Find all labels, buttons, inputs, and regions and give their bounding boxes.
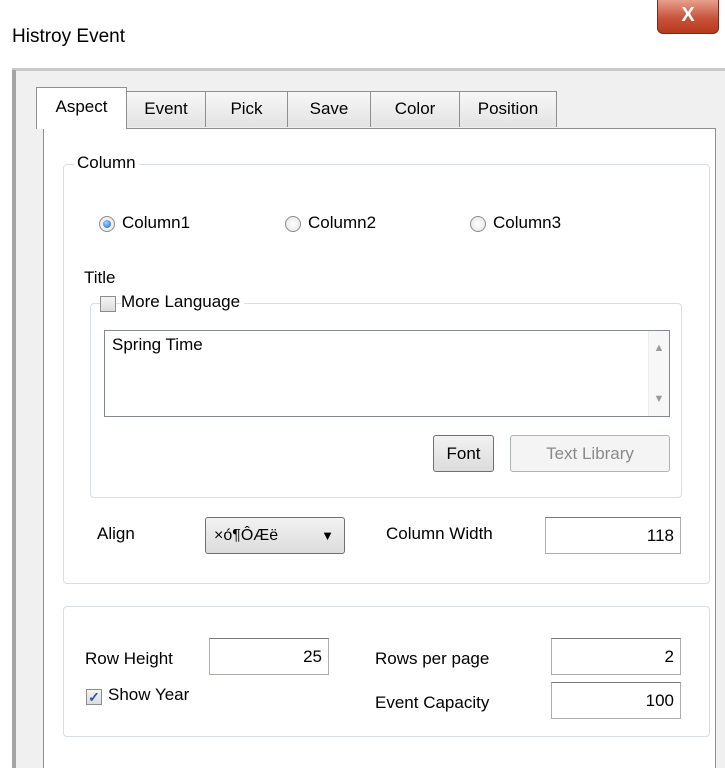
tab-save[interactable]: Save xyxy=(287,91,371,127)
event-capacity-label: Event Capacity xyxy=(375,693,490,712)
text-library-button[interactable]: Text Library xyxy=(510,435,670,472)
title-label: Title xyxy=(84,268,116,287)
tab-event[interactable]: Event xyxy=(126,91,206,127)
title-text-area[interactable]: Spring Time ▲ ▼ xyxy=(104,330,670,417)
tab-position[interactable]: Position xyxy=(459,91,557,127)
checkmark-icon: ✓ xyxy=(88,689,100,705)
chevron-down-icon: ▼ xyxy=(321,528,334,543)
column2-label[interactable]: Column2 xyxy=(308,213,376,233)
column1-radio[interactable] xyxy=(99,216,115,232)
column-width-input[interactable]: 118 xyxy=(545,517,681,554)
title-text-scrollbar[interactable]: ▲ ▼ xyxy=(648,331,669,416)
row-settings-groupbox: Row Height 25 Rows per page 2 ✓ Show Yea… xyxy=(63,606,710,737)
aspect-tab-panel: Column Column1 Column2 Column3 Title Mor… xyxy=(43,128,716,768)
dialog-client-area: Aspect Event Pick Save Color Position Co… xyxy=(16,71,725,768)
more-language-label[interactable]: More Language xyxy=(121,292,245,312)
row-height-label: Row Height xyxy=(85,649,173,668)
column-width-label: Column Width xyxy=(386,524,493,543)
close-icon: X xyxy=(681,4,695,26)
column1-label[interactable]: Column1 xyxy=(122,213,190,233)
title-text-value: Spring Time xyxy=(112,335,203,354)
show-year-checkbox[interactable]: ✓ xyxy=(86,689,102,705)
more-language-checkbox[interactable] xyxy=(100,296,116,312)
tab-aspect[interactable]: Aspect xyxy=(36,87,127,129)
column-groupbox: Column Column1 Column2 Column3 Title Mor… xyxy=(63,153,710,584)
radio-selected-dot xyxy=(103,220,111,228)
font-button[interactable]: Font xyxy=(433,435,494,472)
rows-per-page-label: Rows per page xyxy=(375,649,490,668)
column-group-label: Column xyxy=(74,153,139,173)
align-label: Align xyxy=(97,524,135,543)
column2-radio[interactable] xyxy=(285,216,301,232)
column3-radio[interactable] xyxy=(470,216,486,232)
column3-label[interactable]: Column3 xyxy=(493,213,561,233)
show-year-label[interactable]: Show Year xyxy=(108,685,189,705)
title-bar: Histroy Event X xyxy=(0,0,725,70)
scroll-down-arrow-icon[interactable]: ▼ xyxy=(649,393,669,405)
close-button[interactable]: X xyxy=(657,0,719,34)
align-selected-value: ×ó¶ÔÆë xyxy=(214,527,279,544)
title-groupbox: More Language Spring Time ▲ ▼ Font Text … xyxy=(90,292,682,498)
window-title: Histroy Event xyxy=(12,26,125,47)
scroll-up-arrow-icon[interactable]: ▲ xyxy=(649,342,669,354)
align-select[interactable]: ×ó¶ÔÆë ▼ xyxy=(205,517,345,554)
tab-pick[interactable]: Pick xyxy=(205,91,288,127)
event-capacity-input[interactable]: 100 xyxy=(551,682,681,719)
row-height-input[interactable]: 25 xyxy=(209,638,329,675)
rows-per-page-input[interactable]: 2 xyxy=(551,638,681,675)
tab-color[interactable]: Color xyxy=(370,91,460,127)
